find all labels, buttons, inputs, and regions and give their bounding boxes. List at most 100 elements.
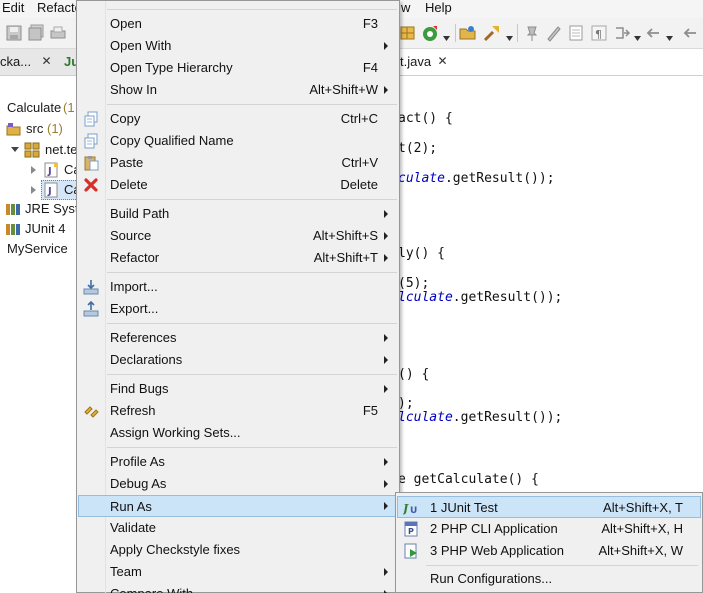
- menu-item-delete[interactable]: Delete Delete: [78, 174, 398, 196]
- menu-item-copy[interactable]: Copy Ctrl+C: [78, 108, 398, 130]
- menu-item-export[interactable]: Export...: [78, 298, 398, 320]
- tree-node-project[interactable]: MyService: [0, 239, 80, 259]
- code-line: act() {: [398, 111, 453, 126]
- menu-item-junit-test[interactable]: JU 1 JUnit Test Alt+Shift+X, T: [397, 496, 701, 518]
- package-label: net.te: [45, 142, 78, 157]
- left-view-tabs: cka... ✕ Ju: [0, 49, 80, 76]
- menu-item-php-cli-application[interactable]: P 2 PHP CLI Application Alt+Shift+X, H: [397, 518, 701, 540]
- import-icon: [83, 279, 99, 295]
- build-icon[interactable]: [399, 24, 417, 42]
- run-dropdown-icon[interactable]: [443, 30, 450, 41]
- pin-icon[interactable]: [523, 24, 541, 42]
- code-line: ly() {: [398, 246, 445, 261]
- submenu-arrow-icon: [384, 254, 388, 262]
- src-count: (1): [47, 121, 63, 136]
- submenu-arrow-icon: [384, 42, 388, 50]
- menu-item-profile-as[interactable]: Profile As: [78, 451, 398, 473]
- submenu-arrow-icon: [384, 334, 388, 342]
- menu-item-source[interactable]: Source Alt+Shift+S: [78, 225, 398, 247]
- submenu-arrow-icon: [384, 458, 388, 466]
- package-icon: [24, 142, 40, 158]
- menu-item-show-in[interactable]: Show In Alt+Shift+W: [78, 79, 398, 101]
- java-file-icon: J: [43, 162, 59, 178]
- close-icon[interactable]: ✕: [41, 55, 52, 67]
- tree-node-project[interactable]: Calculate (1: [0, 98, 80, 118]
- menu-separator: [426, 565, 698, 566]
- junit-label: JUnit 4: [25, 221, 66, 236]
- menu-item-open-type-hierarchy[interactable]: Open Type Hierarchy F4: [78, 57, 398, 79]
- menu-item-paste[interactable]: Paste Ctrl+V: [78, 152, 398, 174]
- menu-item-references[interactable]: References: [78, 327, 398, 349]
- svg-text:J: J: [47, 166, 52, 177]
- print-icon[interactable]: [49, 24, 67, 42]
- menu-separator: [107, 374, 397, 375]
- submenu-arrow-icon: [384, 385, 388, 393]
- tree-node-jre[interactable]: JRE Syste: [0, 199, 86, 219]
- menu-item-php-web-application[interactable]: 3 PHP Web Application Alt+Shift+X, W: [397, 540, 701, 562]
- menu-item-debug-as[interactable]: Debug As: [78, 473, 398, 495]
- collapse-arrow-icon[interactable]: [31, 186, 36, 194]
- menu-separator: [107, 323, 397, 324]
- menu-item-find-bugs[interactable]: Find Bugs: [78, 378, 398, 400]
- back-icon[interactable]: [680, 24, 698, 42]
- tree-node-file[interactable]: J Ca: [0, 160, 81, 180]
- save-icon[interactable]: [5, 24, 23, 42]
- menu-item-import[interactable]: Import...: [78, 276, 398, 298]
- submenu-arrow-icon: [384, 86, 388, 94]
- menu-item-refactor[interactable]: Refactor Alt+Shift+T: [78, 247, 398, 269]
- next-annotation-dropdown-icon[interactable]: [634, 30, 641, 41]
- menu-item-validate[interactable]: Validate: [78, 517, 398, 539]
- menu-item-assign-working-sets[interactable]: Assign Working Sets...: [78, 422, 398, 444]
- menu-item-build-path[interactable]: Build Path: [78, 203, 398, 225]
- php-cli-icon: P: [403, 521, 419, 537]
- menu-help[interactable]: Help: [425, 0, 452, 18]
- next-annotation-icon[interactable]: [613, 24, 631, 42]
- menu-item-apply-checkstyle-fixes[interactable]: Apply Checkstyle fixes: [78, 539, 398, 561]
- prev-edit-location-icon[interactable]: [644, 24, 662, 42]
- context-menu: Open F3 Open With Open Type Hierarchy F4…: [76, 0, 400, 593]
- export-icon: [83, 301, 99, 317]
- collapse-arrow-icon[interactable]: [31, 166, 36, 174]
- menu-separator: [107, 272, 397, 273]
- menu-window[interactable]: w: [401, 0, 410, 18]
- copy-qualified-icon: [83, 133, 99, 149]
- external-tools-dropdown-icon[interactable]: [506, 30, 513, 41]
- junit-icon: JU: [403, 499, 419, 515]
- tree-node-file-selected[interactable]: J Ca: [0, 180, 81, 200]
- project-label: Calculate: [7, 100, 62, 115]
- show-whitespace-icon[interactable]: ¶: [590, 24, 608, 42]
- prev-edit-dropdown-icon[interactable]: [666, 30, 673, 41]
- menu-item-open-with[interactable]: Open With: [78, 35, 398, 57]
- menu-item-refresh[interactable]: Refresh F5: [78, 400, 398, 422]
- delete-icon: [83, 177, 99, 193]
- copy-icon: [83, 111, 99, 127]
- java-file-icon: J: [43, 182, 59, 198]
- tree-node-package[interactable]: net.te: [0, 140, 80, 160]
- toolbar-separator: [455, 24, 456, 42]
- menu-item-open[interactable]: Open F3: [78, 13, 398, 35]
- tab-package-explorer[interactable]: cka...: [0, 49, 31, 76]
- run-last-icon[interactable]: [421, 24, 439, 42]
- run-as-submenu: JU 1 JUnit Test Alt+Shift+X, T P 2 PHP C…: [395, 492, 703, 593]
- menu-edit[interactable]: Edit: [2, 0, 24, 18]
- tree-node-src[interactable]: src (1): [0, 119, 80, 139]
- expand-arrow-icon[interactable]: [11, 147, 19, 152]
- menu-item-team[interactable]: Team: [78, 561, 398, 583]
- menu-item-copy-qualified-name[interactable]: Copy Qualified Name: [78, 130, 398, 152]
- menu-item-declarations[interactable]: Declarations: [78, 349, 398, 371]
- tab-editor-file[interactable]: t.java: [400, 49, 431, 76]
- open-folder-icon[interactable]: [459, 24, 477, 42]
- block-selection-icon[interactable]: [567, 24, 585, 42]
- submenu-arrow-icon: [384, 210, 388, 218]
- save-all-icon[interactable]: [27, 24, 45, 42]
- menu-item-compare-with[interactable]: Compare With: [78, 583, 398, 593]
- external-tools-icon[interactable]: [483, 24, 501, 42]
- menu-item-run-configurations[interactable]: Run Configurations...: [397, 568, 701, 590]
- highlight-icon[interactable]: [545, 24, 563, 42]
- tree-node-junit[interactable]: JUnit 4: [0, 219, 80, 239]
- source-folder-icon: [6, 121, 22, 137]
- menu-item-run-as[interactable]: Run As: [78, 495, 398, 517]
- close-icon[interactable]: ✕: [437, 55, 448, 67]
- svg-text:¶: ¶: [595, 28, 602, 41]
- library-icon: [5, 201, 21, 217]
